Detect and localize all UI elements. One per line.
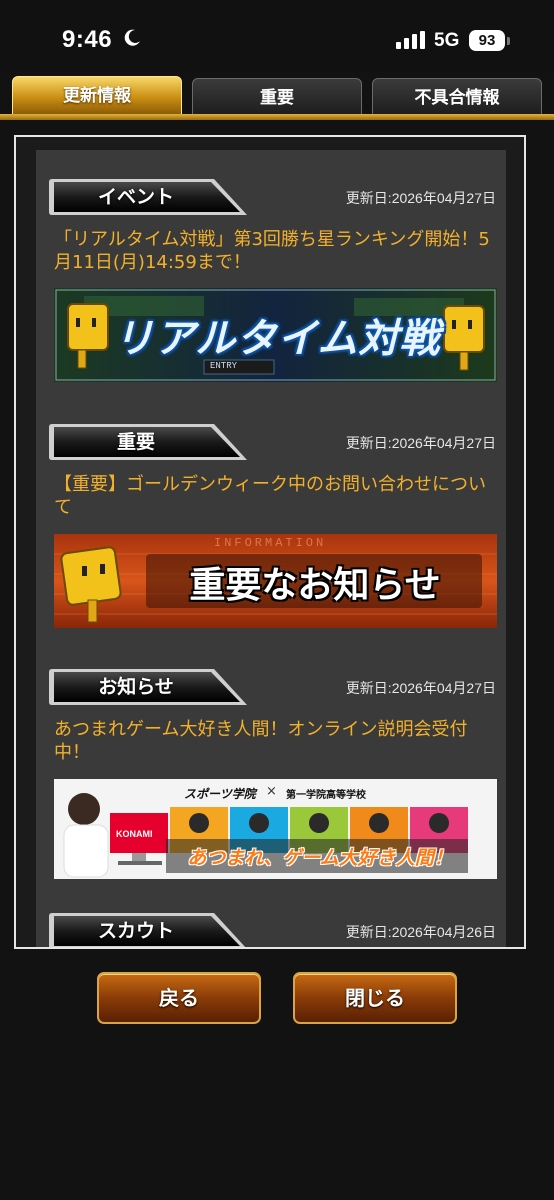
category-label: 重要 [116,431,155,453]
tab-underline [0,114,554,120]
tab-important[interactable]: 重要 [192,78,362,116]
status-time: 9:46 [62,26,113,53]
tab-bug-info[interactable]: 不具合情報 [372,78,542,116]
banner-deco-text: INFORMATION [214,536,327,550]
category-ribbon: 重要 [48,423,248,461]
update-date: 更新日:2026年04月26日 [345,924,496,940]
tab-updates[interactable]: 更新情報 [12,76,182,116]
battery-cap [507,37,510,45]
brand-school: 第一学院高等学校 [286,790,366,801]
banner-title: リアルタイム対戦 [113,316,441,362]
news-headline[interactable]: あつまれゲーム大好き人間！オンライン説明会受付中！ [54,718,494,764]
banner-game-lovers[interactable]: KONAMI スポーツ学院 × 第一学院高等学校 あつまれ、ゲーム大好き人間！ [54,779,497,879]
banner-important-notice[interactable]: INFORMATION 重要なお知らせ [54,534,497,628]
moon-icon [124,29,140,46]
brand-esports: スポーツ学院 [184,787,256,801]
banner-entry-label: ENTRY [210,361,238,371]
category-label: イベント [97,186,174,208]
news-headline[interactable]: 「リアルタイム対戦」第3回勝ち星ランキング開始！5月11日(月)14:59まで！ [54,228,494,274]
category-ribbon: お知らせ [48,668,248,706]
banner-title: 重要なお知らせ [189,565,441,606]
signal-icon [396,31,425,49]
banner-title: あつまれ、ゲーム大好き人間！ [187,847,453,869]
category-label: スカウト [97,920,174,942]
category-ribbon: スカウト [48,912,248,947]
news-list[interactable]: イベント 更新日:2026年04月27日 「リアルタイム対戦」第3回勝ち星ランキ… [36,150,506,947]
update-date: 更新日:2026年04月27日 [345,680,496,696]
konami-label: KONAMI [116,829,153,839]
news-panel: イベント 更新日:2026年04月27日 「リアルタイム対戦」第3回勝ち星ランキ… [14,135,526,949]
category-ribbon: イベント [48,178,248,216]
category-label: お知らせ [98,676,174,698]
banner-realtime-battle[interactable]: リアルタイム対戦 ENTRY [54,288,497,382]
update-date: 更新日:2026年04月27日 [345,435,496,451]
battery-indicator: 93 [469,30,505,51]
close-button[interactable]: 閉じる [293,972,457,1024]
status-bar: 9:46 5G 93 [0,0,554,72]
network-type: 5G [434,30,460,51]
news-headline[interactable]: 【重要】ゴールデンウィーク中のお問い合わせについて [54,473,494,519]
brand-cross: × [266,784,277,799]
back-button[interactable]: 戻る [97,972,261,1024]
update-date: 更新日:2026年04月27日 [345,190,496,206]
